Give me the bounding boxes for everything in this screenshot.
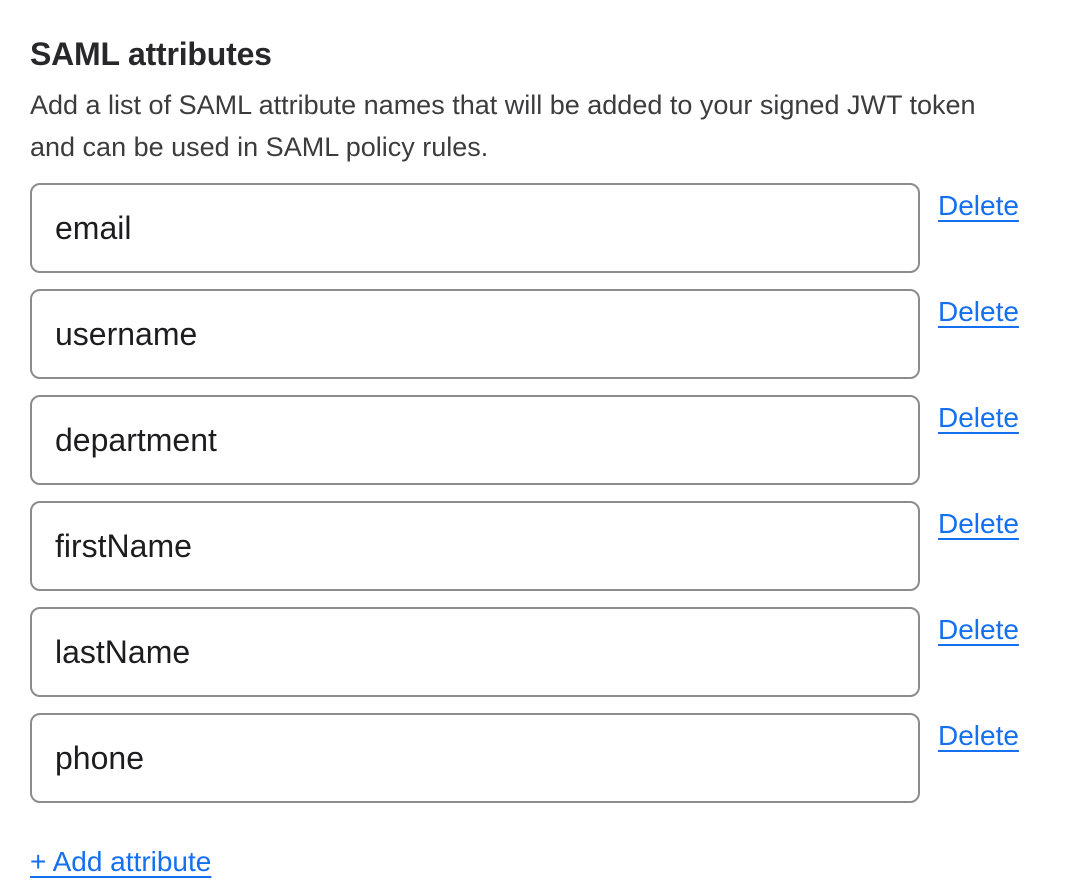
delete-link[interactable]: Delete bbox=[938, 719, 1019, 752]
delete-link[interactable]: Delete bbox=[938, 507, 1019, 540]
attribute-row: Delete bbox=[30, 183, 1036, 273]
attribute-input-username[interactable] bbox=[30, 289, 920, 379]
attribute-row: Delete bbox=[30, 713, 1036, 803]
delete-link[interactable]: Delete bbox=[938, 613, 1019, 646]
delete-link[interactable]: Delete bbox=[938, 401, 1019, 434]
section-description-line: Add a list of SAML attribute names that … bbox=[30, 84, 1036, 126]
attribute-input-firstname[interactable] bbox=[30, 501, 920, 591]
section-description: Add a list of SAML attribute names that … bbox=[30, 84, 1036, 168]
attribute-row: Delete bbox=[30, 501, 1036, 591]
attribute-input-email[interactable] bbox=[30, 183, 920, 273]
section-title: SAML attributes bbox=[30, 34, 1036, 74]
add-attribute-link[interactable]: + Add attribute bbox=[30, 845, 211, 878]
delete-link[interactable]: Delete bbox=[938, 295, 1019, 328]
delete-link[interactable]: Delete bbox=[938, 189, 1019, 222]
attribute-input-phone[interactable] bbox=[30, 713, 920, 803]
section-description-line: and can be used in SAML policy rules. bbox=[30, 126, 1036, 168]
attribute-row: Delete bbox=[30, 607, 1036, 697]
attribute-row: Delete bbox=[30, 395, 1036, 485]
attribute-row: Delete bbox=[30, 289, 1036, 379]
attribute-list: Delete Delete Delete Delete Delete Delet… bbox=[30, 183, 1036, 803]
attribute-input-department[interactable] bbox=[30, 395, 920, 485]
attribute-input-lastname[interactable] bbox=[30, 607, 920, 697]
saml-attributes-section: SAML attributes Add a list of SAML attri… bbox=[0, 0, 1066, 878]
